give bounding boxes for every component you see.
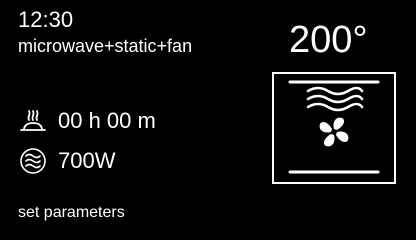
microwave-waves-icon (18, 146, 48, 176)
clock-time: 12:30 (18, 7, 74, 32)
oven-display: 12:30 microwave+static+fan 200° 00 h 00 … (0, 0, 416, 240)
power-value: 700W (58, 148, 116, 173)
duration-row[interactable]: 00 h 00 m (18, 106, 156, 136)
set-parameters-hint[interactable]: set parameters (18, 204, 125, 222)
oven-fan-heating-icon (272, 72, 396, 184)
duration-value: 00 h 00 m (58, 108, 156, 133)
power-row[interactable]: 700W (18, 146, 115, 176)
dish-timer-icon (18, 106, 48, 136)
cooking-mode[interactable]: microwave+static+fan (18, 36, 192, 56)
temperature-value[interactable]: 200° (289, 20, 368, 60)
